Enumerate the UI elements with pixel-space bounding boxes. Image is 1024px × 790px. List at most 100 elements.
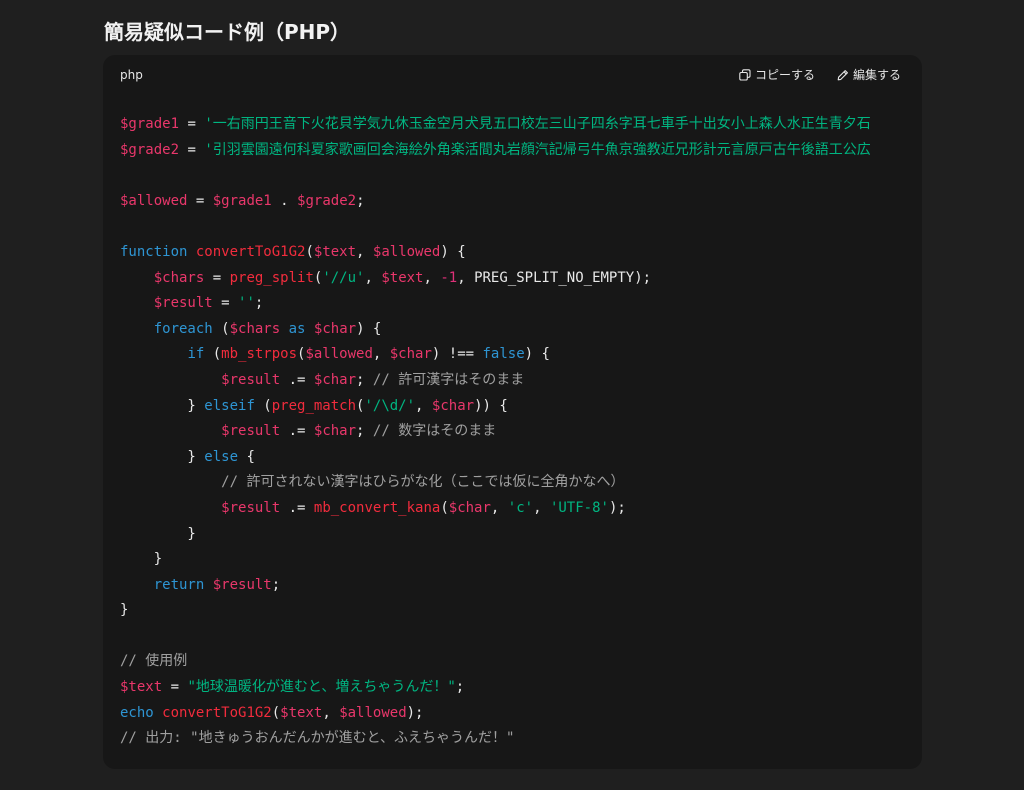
code-line: $grade1 = '一右雨円王音下火花貝学気九休玉金空月犬見五口校左三山子四糸… bbox=[120, 112, 871, 138]
code-token: = bbox=[187, 192, 213, 209]
code-token: $char bbox=[448, 499, 491, 516]
code-token: return bbox=[153, 576, 205, 593]
code-token: $char bbox=[313, 423, 357, 440]
code-token: ); bbox=[406, 704, 424, 721]
code-token: $char bbox=[313, 371, 357, 388]
code-line: $result = ''; bbox=[120, 291, 871, 317]
code-token: $chars bbox=[229, 320, 281, 337]
code-line: // 使用例 bbox=[120, 649, 871, 675]
code-token: { bbox=[238, 448, 255, 465]
code-token: foreach bbox=[153, 320, 213, 337]
code-token: } bbox=[120, 448, 205, 465]
code-token: $chars bbox=[153, 269, 205, 286]
code-line: $result .= $char; // 数字はそのまま bbox=[120, 419, 871, 445]
code-token: ( bbox=[305, 243, 314, 260]
code-token: , bbox=[415, 397, 432, 414]
code-token: '/\d/' bbox=[364, 397, 416, 414]
code-block: php コピーする 編集する $grade1 = '一右雨円王音下火花貝学気九休… bbox=[103, 55, 922, 769]
code-token: '一右雨円王音下火花貝学気九休玉金空月犬見五口校左三山子四糸字耳七車手十出女小上… bbox=[204, 116, 871, 132]
code-token: , bbox=[364, 269, 382, 286]
code-token: ) { bbox=[356, 320, 382, 337]
code-token: '//u' bbox=[322, 269, 365, 286]
code-token: $result bbox=[212, 576, 272, 593]
code-token: $char bbox=[431, 397, 475, 414]
code-token: $grade2 bbox=[297, 192, 357, 209]
code-token: echo bbox=[120, 704, 154, 721]
code-token: ) { bbox=[440, 243, 466, 260]
copy-button-label: コピーする bbox=[755, 68, 816, 82]
code-token: } bbox=[120, 525, 196, 542]
code-token: $text bbox=[381, 269, 424, 286]
code-token: elseif bbox=[204, 397, 255, 414]
code-line: if (mb_strpos($allowed, $char) !== false… bbox=[120, 342, 871, 368]
code-token: .= bbox=[280, 423, 314, 440]
edit-button[interactable]: 編集する bbox=[837, 65, 901, 85]
pencil-icon bbox=[837, 70, 848, 81]
code-token: $grade1 bbox=[212, 192, 272, 209]
code-token: )) { bbox=[474, 397, 508, 414]
code-token: ; bbox=[356, 192, 365, 209]
code-token: $grade1 bbox=[120, 116, 180, 132]
copy-icon bbox=[739, 69, 751, 81]
code-token: if bbox=[187, 346, 205, 363]
code-comment: // 許可されない漢字はひらがな化（ここでは仮に全角かなへ） bbox=[221, 474, 625, 491]
code-token: $result bbox=[221, 423, 281, 440]
code-token: , bbox=[356, 243, 373, 260]
code-line: $result .= $char; // 許可漢字はそのまま bbox=[120, 368, 871, 394]
code-token: ( bbox=[254, 397, 272, 414]
code-line: return $result; bbox=[120, 573, 871, 599]
code-token: false bbox=[482, 346, 525, 363]
code-token: else bbox=[204, 448, 239, 465]
code-token: ( bbox=[204, 346, 222, 363]
code-token: , bbox=[533, 499, 550, 516]
code-token: "地球温暖化が進むと、増えちゃうんだ！" bbox=[187, 679, 456, 696]
code-token: preg_match bbox=[271, 397, 357, 414]
code-language-label: php bbox=[120, 68, 143, 82]
code-line: $grade2 = '引羽雲園遠何科夏家歌画回会海絵外角楽活間丸岩顔汽記帰弓牛魚… bbox=[120, 138, 871, 164]
code-line: // 出力: "地きゅうおんだんかが進むと、ふえちゃうんだ！" bbox=[120, 726, 871, 752]
code-line: } else { bbox=[120, 445, 871, 471]
code-token: = bbox=[162, 679, 188, 696]
code-token: convertToG1G2 bbox=[162, 704, 272, 721]
code-token: ( bbox=[271, 704, 281, 721]
code-token: = bbox=[179, 116, 205, 132]
code-token: ); bbox=[608, 499, 626, 516]
code-token: .= bbox=[280, 371, 314, 388]
edit-button-label: 編集する bbox=[853, 68, 902, 82]
section-heading: 簡易疑似コード例（PHP） bbox=[104, 20, 351, 44]
code-line: $allowed = $grade1 . $grade2; bbox=[120, 189, 871, 215]
code-token: 'UTF-8' bbox=[549, 499, 609, 516]
code-comment: // 出力: "地きゅうおんだんかが進むと、ふえちゃうんだ！" bbox=[120, 730, 515, 747]
code-line: foreach ($chars as $char) { bbox=[120, 317, 871, 343]
code-comment: // 許可漢字はそのまま bbox=[372, 371, 525, 388]
code-token: = bbox=[204, 269, 230, 286]
code-token: ; bbox=[254, 295, 264, 312]
code-token: function bbox=[120, 243, 188, 260]
code-token: } bbox=[120, 602, 129, 619]
code-token: '' bbox=[238, 295, 255, 312]
code-line: // 許可されない漢字はひらがな化（ここでは仮に全角かなへ） bbox=[120, 470, 871, 496]
code-token: -1 bbox=[440, 269, 458, 286]
code-token: $allowed bbox=[305, 346, 373, 363]
code-token: $allowed bbox=[339, 704, 407, 721]
code-token: . bbox=[271, 192, 298, 209]
code-token: , bbox=[423, 269, 441, 286]
code-token: $allowed bbox=[372, 243, 441, 260]
copy-button[interactable]: コピーする bbox=[739, 65, 815, 85]
code-line: $chars = preg_split('//u', $text, -1, PR… bbox=[120, 266, 871, 292]
code-line: $result .= mb_convert_kana($char, 'c', '… bbox=[120, 496, 871, 522]
code-line: } bbox=[120, 522, 871, 548]
code-comment: // 数字はそのまま bbox=[372, 423, 497, 440]
code-token: = bbox=[179, 141, 205, 158]
code-token: convertToG1G2 bbox=[195, 243, 306, 260]
code-token: .= bbox=[280, 499, 314, 516]
code-token: mb_convert_kana bbox=[313, 499, 441, 516]
